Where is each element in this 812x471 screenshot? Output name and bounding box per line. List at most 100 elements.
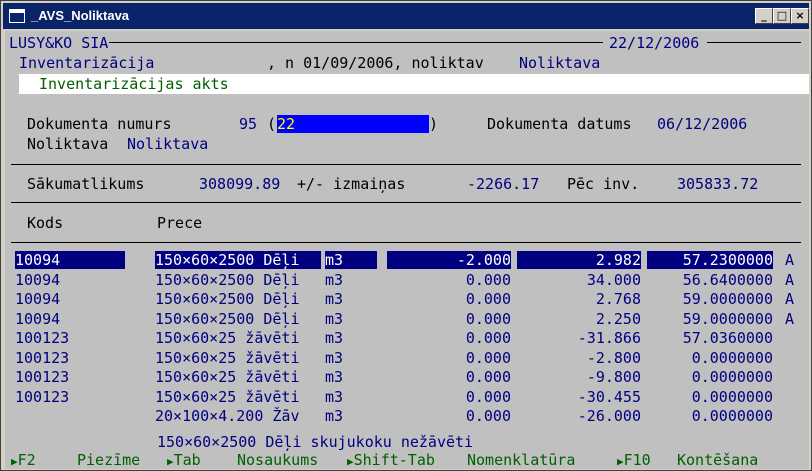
row-unit: m3 (325, 407, 344, 425)
row-code: 10094 (15, 309, 61, 328)
row-unit: m3 (325, 309, 344, 328)
row-item: 150×60×2500 Dēļi (155, 309, 300, 328)
fkey-shift-tab-label: Nomenklatūra (467, 451, 576, 469)
row-qty: -26.000 (577, 407, 641, 425)
fkey-tab[interactable]: ▶Tab (167, 451, 201, 469)
doc-number: 95 (239, 115, 258, 133)
frame-top-line (109, 42, 603, 43)
window-icon (9, 9, 25, 23)
row-unit: m3 (325, 348, 344, 367)
minimize-button[interactable]: _ (755, 8, 773, 24)
period-text: , n 01/09/2006, noliktav (267, 54, 484, 72)
row-qty: 34.000 (586, 270, 641, 289)
row-unit: m3 (325, 251, 377, 269)
col-header-item: Prece (157, 214, 203, 232)
divider-1 (11, 164, 801, 165)
row-qty: -31.866 (577, 329, 641, 347)
row-price: 56.6400000 (682, 270, 773, 289)
row-price: 59.0000000 (682, 309, 773, 328)
doc-date: 06/12/2006 (657, 115, 748, 133)
row-code: 10094 (15, 270, 61, 289)
row-unit: m3 (325, 387, 344, 406)
row-qty: -30.455 (577, 387, 641, 406)
warehouse-label: Noliktava (27, 135, 109, 153)
fkey-f10-label: Kontēšana (677, 451, 759, 469)
row-unit: m3 (325, 290, 344, 308)
start-balance-label: Sākumatlikums (27, 175, 145, 193)
row-price: 0.0000000 (691, 387, 773, 406)
row-price: 0.0000000 (691, 348, 773, 367)
row-qty: 2.250 (595, 309, 641, 328)
row-unit: m3 (325, 329, 344, 347)
row-code: 100123 (15, 387, 70, 406)
row-item: 20×100×4.200 Žāv (155, 407, 300, 425)
doc-date-label: Dokumenta datums (487, 115, 632, 133)
app-window: _AVS_Noliktava _ □ × LUSY&KO SIA 22/12/2… (0, 0, 812, 471)
module-name: Inventarizācija (19, 54, 155, 72)
fkey-tab-label: Nosaukums (237, 451, 319, 469)
row-item: 150×60×25 žāvēti (155, 348, 300, 367)
row-code: 10094 (15, 290, 61, 308)
row-code (15, 407, 125, 425)
row-flag (785, 368, 799, 386)
after-inv-value: 305833.72 (677, 175, 759, 193)
fkey-f2-label: Piezīme (77, 451, 141, 469)
row-code: 100123 (15, 348, 70, 367)
row-price: 0.0000000 (691, 407, 773, 425)
doc-number-input[interactable]: 22 (277, 115, 429, 133)
start-balance-value: 308099.89 (199, 175, 281, 193)
row-price: 59.0000000 (682, 290, 773, 308)
header-warehouse: Noliktava (519, 54, 601, 72)
row-qty: 2.768 (595, 290, 641, 308)
row-qty: -9.800 (586, 368, 641, 386)
doc-number-label: Dokumenta numurs (27, 115, 172, 133)
item-description: 150×60×2500 Dēļi skujukoku nežāvēti (157, 433, 474, 451)
row-price: 0.0000000 (691, 368, 773, 386)
row-flag: A (785, 251, 795, 269)
row-diff: 0.000 (465, 290, 511, 308)
title-bar[interactable]: _AVS_Noliktava _ □ × (3, 3, 809, 29)
row-flag (785, 407, 799, 425)
row-item: 150×60×25 žāvēti (155, 329, 300, 347)
row-flag: A (785, 290, 795, 308)
fkey-f2[interactable]: ▶F2 (11, 451, 36, 469)
row-code: 10094 (15, 251, 125, 269)
row-diff: 0.000 (465, 329, 511, 347)
after-inv-label: Pēc inv. (567, 175, 640, 193)
row-qty: 2.982 (517, 251, 641, 269)
row-code: 100123 (15, 368, 70, 386)
row-flag (785, 329, 799, 347)
row-item: 150×60×2500 Dēļi (155, 290, 300, 308)
frame-top-right (707, 42, 801, 43)
change-label: +/- izmaiņas (297, 175, 406, 193)
row-unit: m3 (325, 270, 344, 289)
row-diff: 0.000 (465, 387, 511, 406)
row-flag: A (785, 270, 795, 289)
change-value: -2266.17 (467, 175, 540, 193)
row-diff: 0.000 (465, 309, 511, 328)
row-diff: 0.000 (465, 270, 511, 289)
function-key-bar: ▶F2 Piezīme ▶Tab Nosaukums ▶Shift-Tab No… (5, 451, 809, 469)
row-flag (785, 349, 799, 367)
row-unit: m3 (325, 368, 344, 386)
divider-3 (11, 242, 801, 243)
col-header-code: Kods (27, 214, 64, 232)
row-price: 57.2300000 (647, 251, 773, 269)
company-name: LUSY&KO SIA (9, 34, 113, 52)
maximize-button[interactable]: □ (773, 8, 791, 24)
header-date: 22/12/2006 (609, 34, 700, 52)
row-item: 150×60×2500 Dēļi (155, 251, 321, 269)
row-diff: 0.000 (465, 348, 511, 367)
close-button[interactable]: × (791, 8, 809, 24)
fkey-shift-tab[interactable]: ▶Shift-Tab (347, 451, 435, 469)
fkey-f10[interactable]: ▶F10 (617, 451, 651, 469)
row-price: 57.0360000 (682, 329, 773, 347)
row-diff: 0.000 (465, 368, 511, 386)
row-flag: A (785, 309, 795, 328)
row-item: 150×60×2500 Dēļi (155, 270, 300, 289)
row-item: 150×60×25 žāvēti (155, 387, 300, 406)
window-title: _AVS_Noliktava (31, 8, 130, 23)
row-item: 150×60×25 žāvēti (155, 368, 300, 386)
row-flag (785, 388, 799, 406)
doc-warehouse: Noliktava (127, 135, 209, 153)
